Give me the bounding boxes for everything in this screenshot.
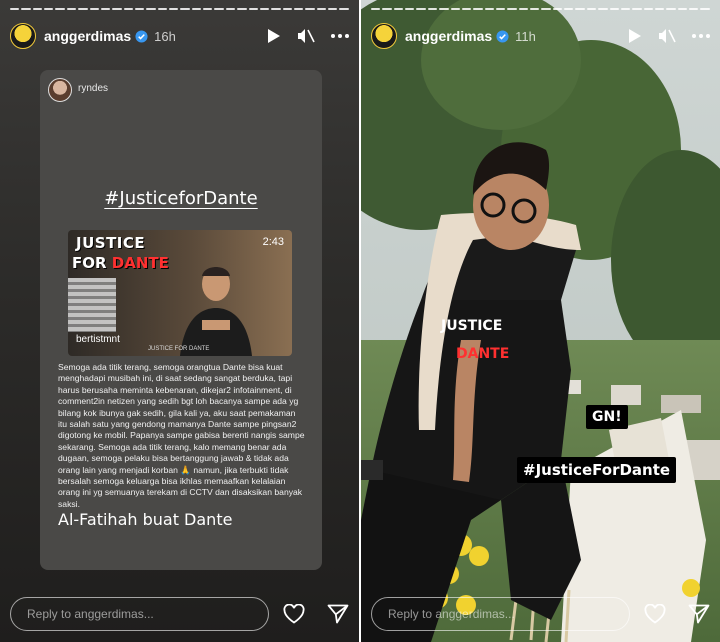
verified-icon <box>135 29 148 43</box>
video-caption: JUSTICE FOR DANTE <box>148 346 210 352</box>
verified-icon <box>496 29 509 43</box>
send-icon[interactable] <box>327 604 349 624</box>
username[interactable]: anggerdimas <box>405 28 492 44</box>
video-handle: bertistmnt <box>76 334 120 345</box>
person-image <box>180 267 252 356</box>
play-icon[interactable] <box>267 28 281 44</box>
play-icon[interactable] <box>628 28 642 44</box>
avatar[interactable] <box>371 23 397 49</box>
story-footer <box>10 596 349 632</box>
reply-input[interactable] <box>371 597 630 631</box>
gn-sticker: GN! <box>586 405 628 429</box>
story-progress-bar <box>10 8 349 10</box>
heart-icon[interactable] <box>283 604 305 624</box>
hashtag-sticker[interactable]: #JusticeForDante <box>517 457 677 483</box>
repost-closing-text: Al-Fatihah buat Dante <box>58 510 233 529</box>
story-panel-right[interactable]: JUSTICE DANTE anggerdimas 11h GN! #Justi… <box>361 0 720 642</box>
heart-icon[interactable] <box>644 604 666 624</box>
video-duration: 2:43 <box>262 236 284 248</box>
shirt-text-line2: DANTE <box>456 346 509 362</box>
repost-body-text: Semoga ada titik terang, semoga orangtua… <box>58 362 305 509</box>
story-time: 11h <box>515 28 536 44</box>
story-header: anggerdimas 16h <box>10 22 349 50</box>
story-header: anggerdimas 11h <box>371 22 710 50</box>
story-footer <box>371 596 710 632</box>
story-panel-left[interactable]: anggerdimas 16h ryndes #JusticeforDante … <box>0 0 359 642</box>
repost-username: ryndes <box>78 83 109 94</box>
avatar[interactable] <box>10 23 36 49</box>
story-photo: JUSTICE DANTE <box>361 0 720 642</box>
more-icon[interactable] <box>692 34 710 38</box>
video-thumbnail[interactable]: JUSTICE FOR DANTE 2:43 bertistmnt JUSTIC… <box>68 230 292 356</box>
news-screenshot <box>68 278 116 332</box>
mute-icon[interactable] <box>297 28 315 44</box>
mute-icon[interactable] <box>658 28 676 44</box>
video-title-line1: JUSTICE <box>76 234 146 252</box>
reply-input[interactable] <box>10 597 269 631</box>
story-progress-bar <box>371 8 710 10</box>
story-time: 16h <box>154 28 176 44</box>
repost-hashtag-title: #JusticeforDante <box>104 188 258 209</box>
username[interactable]: anggerdimas <box>44 28 131 44</box>
repost-avatar <box>48 78 72 102</box>
more-icon[interactable] <box>331 34 349 38</box>
shirt-text-line1: JUSTICE <box>440 318 502 334</box>
reposted-post-card[interactable]: ryndes #JusticeforDante JUSTICE FOR DANT… <box>40 70 322 570</box>
send-icon[interactable] <box>688 604 710 624</box>
video-title-line2: FOR DANTE <box>72 254 169 272</box>
